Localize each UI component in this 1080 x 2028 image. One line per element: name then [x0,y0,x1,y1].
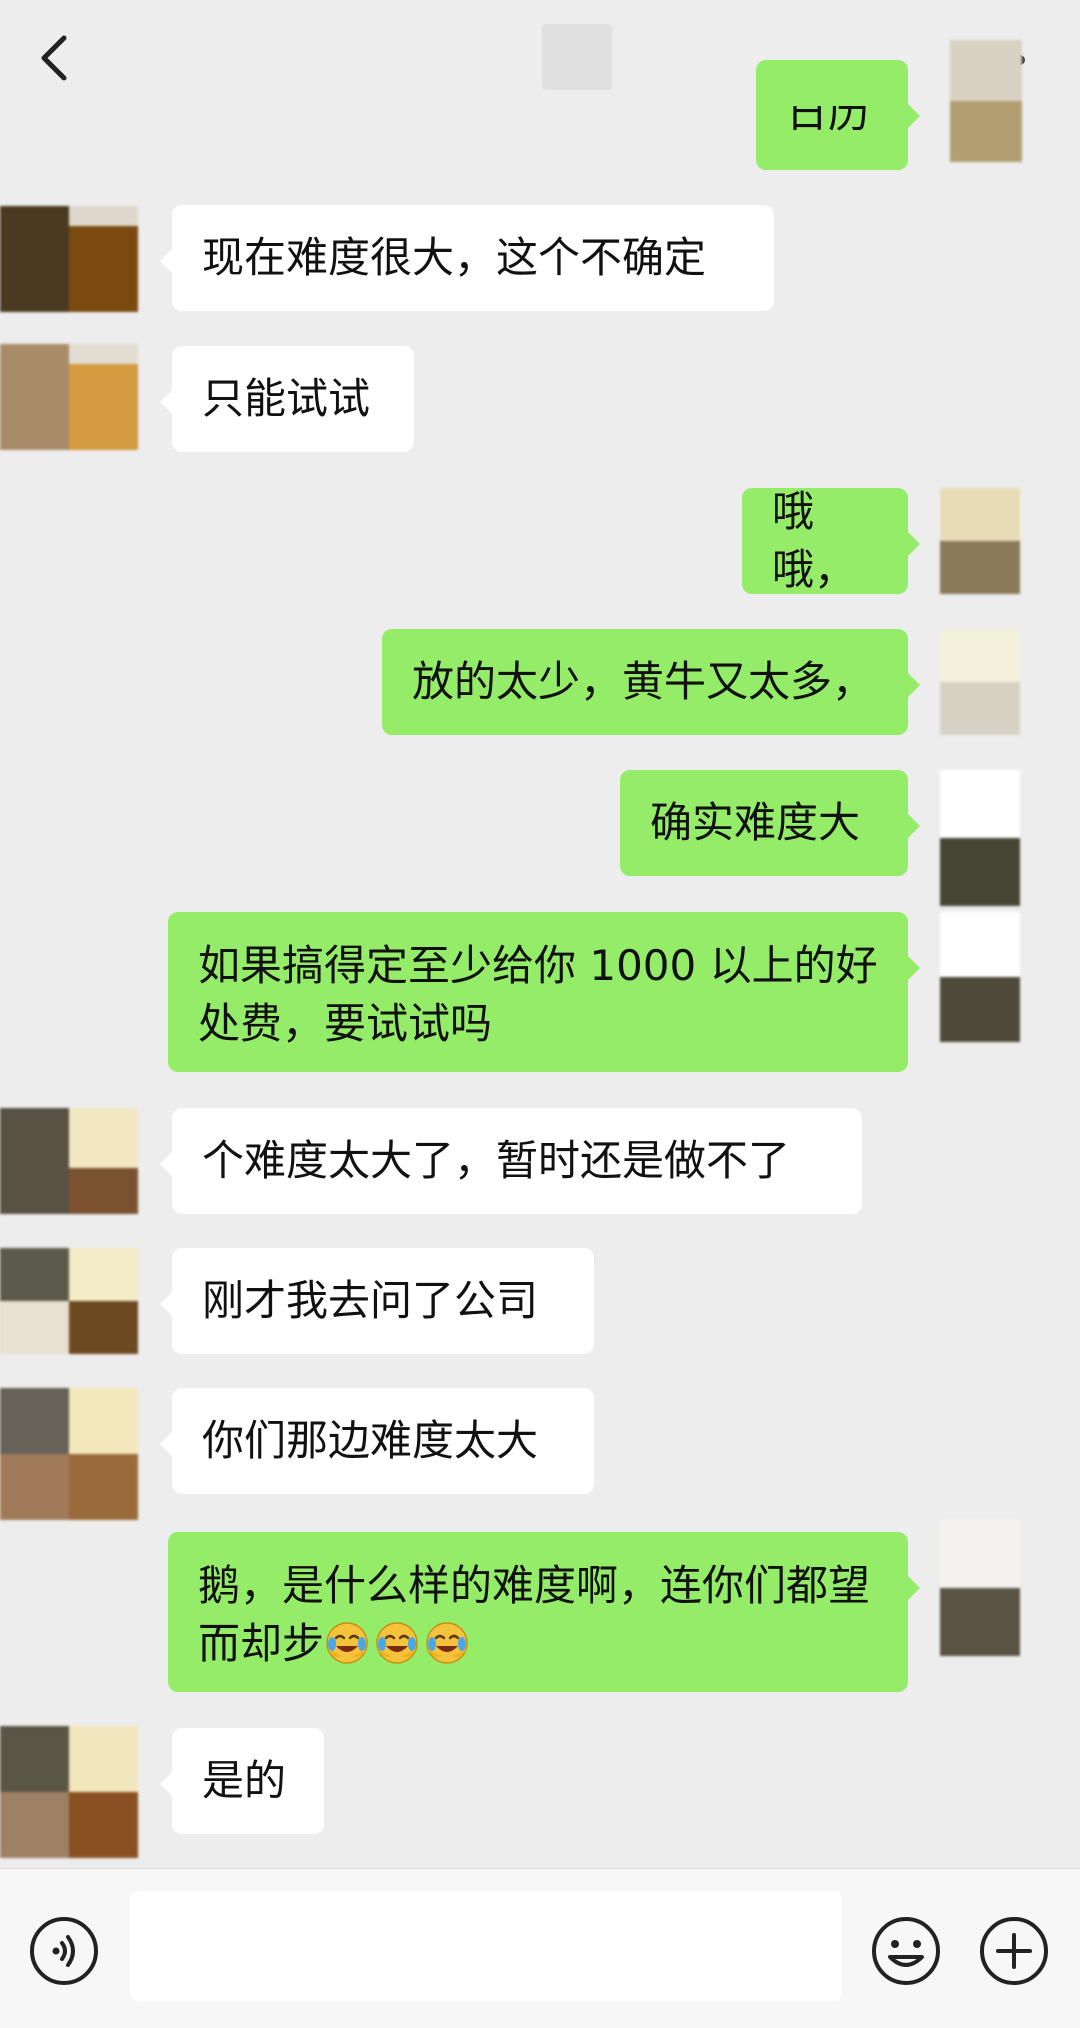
message-text: 放的太少，黄牛又太多， [412,657,875,706]
message-list[interactable]: 日历 现在难度很大，这个不确定 只能试试 哦哦， 放的太少，黄牛又太多， 确实难… [0,0,1080,1868]
message-bubble[interactable]: 日历 [756,60,920,170]
message-bubble[interactable]: 是的 [160,1728,324,1834]
message-text: 现在难度很大，这个不确定 [202,233,707,282]
avatar[interactable] [0,1388,138,1520]
input-bar [0,1868,1080,2028]
message-text: 日历 [786,88,871,137]
message-text: 是的 [202,1756,287,1805]
message-bubble[interactable]: 现在难度很大，这个不确定 [160,205,774,311]
message-bubble[interactable]: 放的太少，黄牛又太多， [382,629,920,735]
crying-laughing-face-icon [326,1622,368,1664]
message-text: 确实难度大 [650,798,861,847]
message-bubble[interactable]: 如果搞得定至少给你 1000 以上的好处费，要试试吗 [168,912,920,1072]
message-input[interactable] [130,1891,842,2001]
avatar[interactable] [940,912,1020,1042]
message-bubble[interactable]: 确实难度大 [620,770,920,876]
avatar[interactable] [940,629,1020,735]
voice-icon [30,1917,98,1985]
message-bubble[interactable]: 哦哦， [742,487,920,594]
avatar[interactable] [0,1726,138,1858]
message-bubble[interactable]: 鹅，是什么样的难度啊，连你们都望而却步 [168,1532,920,1692]
avatar[interactable] [0,1108,138,1214]
message-bubble[interactable]: 刚才我去问了公司 [160,1248,594,1354]
plus-icon [980,1917,1048,1985]
avatar[interactable] [940,770,1020,906]
message-text: 刚才我去问了公司 [202,1276,539,1325]
more-functions-button[interactable] [978,1915,1050,1987]
emoji-group [324,1619,474,1668]
crying-laughing-face-icon [376,1622,418,1664]
avatar[interactable] [940,1520,1020,1656]
avatar[interactable] [950,40,1022,162]
smiley-icon [872,1917,940,1985]
avatar[interactable] [0,206,138,312]
crying-laughing-face-icon [426,1622,468,1664]
message-bubble[interactable]: 只能试试 [160,346,414,452]
message-text: 如果搞得定至少给你 1000 以上的好处费，要试试吗 [198,941,878,1048]
avatar[interactable] [940,488,1020,594]
message-text: 你们那边难度太大 [202,1416,539,1465]
message-text: 只能试试 [202,374,371,423]
message-bubble[interactable]: 你们那边难度太大 [160,1388,594,1494]
voice-button[interactable] [28,1915,100,1987]
message-text: 哦哦， [772,487,857,594]
message-bubble[interactable]: 个难度太大了，暂时还是做不了 [160,1108,862,1214]
message-text: 鹅，是什么样的难度啊，连你们都望而却步 [198,1561,871,1668]
avatar[interactable] [0,344,138,450]
avatar[interactable] [0,1248,138,1354]
emoji-button[interactable] [870,1915,942,1987]
message-text: 个难度太大了，暂时还是做不了 [202,1136,791,1185]
